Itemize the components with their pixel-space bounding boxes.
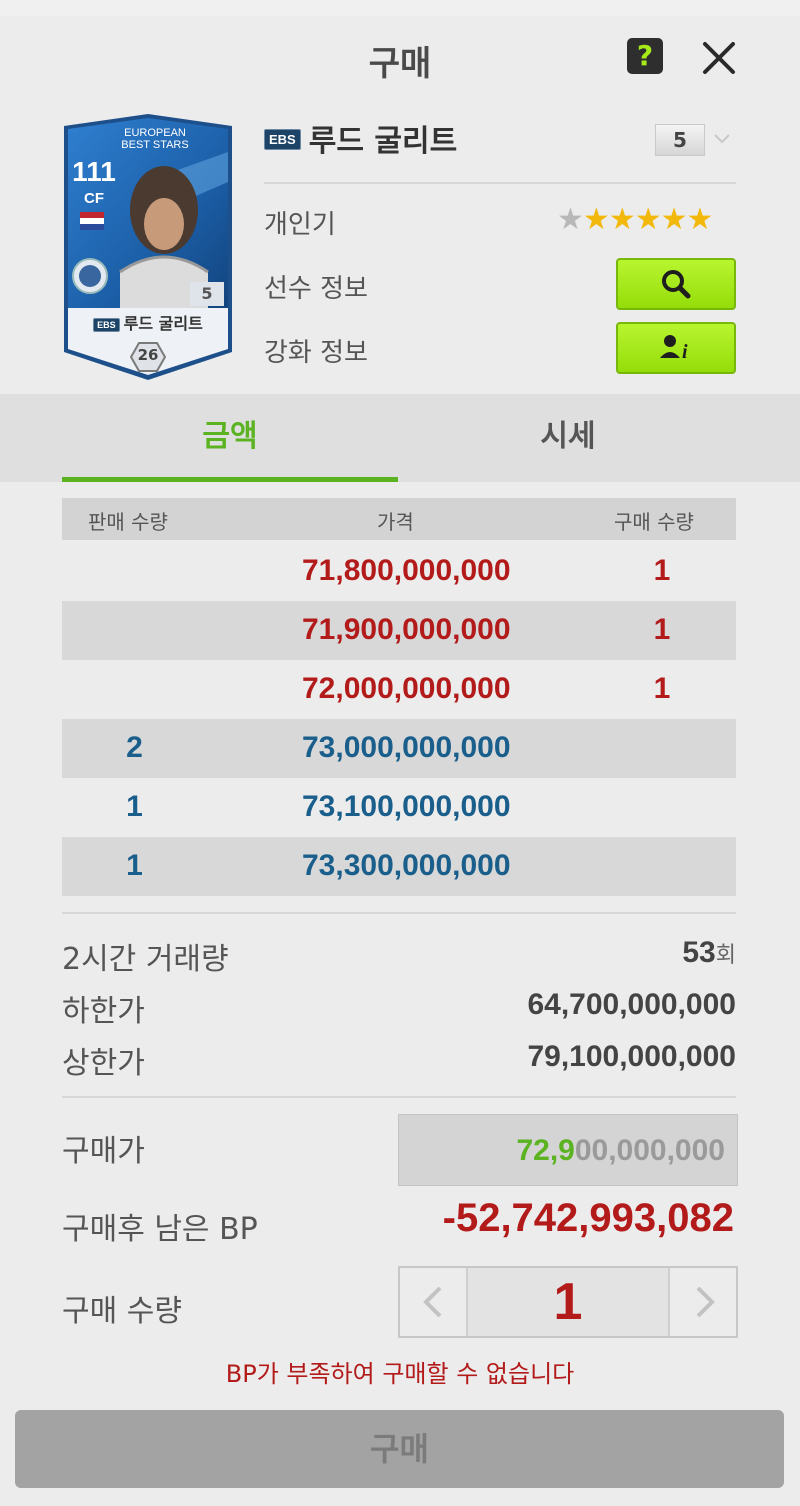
table-row[interactable]: 1 73,100,000,000 [62, 778, 736, 837]
star-icon: ★ [582, 202, 610, 237]
player-name-text: 루드 굴리트 [308, 124, 458, 159]
volume-label: 2시간 거래량 [62, 942, 229, 977]
table-row[interactable]: 2 73,000,000,000 [62, 719, 736, 778]
star-icon: ★ [557, 202, 584, 237]
max-price-value: 79,100,000,000 [527, 1040, 736, 1073]
price-cell: 73,100,000,000 [302, 790, 511, 823]
card-season-badge: EBS [93, 317, 120, 332]
remaining-bp-value: -52,742,993,082 [442, 1196, 734, 1240]
buy-button[interactable]: 구매 [15, 1410, 784, 1488]
volume-unit: 회 [715, 943, 736, 968]
card-bp-text: 26 [137, 346, 159, 364]
quantity-value: 1 [553, 1273, 583, 1331]
star-icon: ★ [634, 202, 662, 237]
card-series-label: EUROPEAN BEST STARS [121, 127, 189, 151]
popularity-label: 개인기 [264, 210, 336, 240]
price-input-highlight: 72,9 [516, 1134, 575, 1167]
remaining-bp-label: 구매후 남은 BP [62, 1212, 258, 1247]
price-cell: 73,000,000,000 [302, 731, 511, 764]
divider [62, 1096, 736, 1098]
player-card[interactable]: EUROPEAN BEST STARS 111 CF 5 EBS 루드 굴리트 2… [62, 112, 234, 382]
star-icon: ★ [686, 202, 714, 237]
enhance-info-button[interactable]: i [616, 322, 736, 374]
card-name-text: 루드 굴리트 [123, 314, 203, 333]
decrement-button[interactable] [400, 1268, 468, 1336]
search-icon [662, 270, 691, 299]
volume-count: 53 [682, 936, 716, 969]
sell-qty-cell: 1 [126, 849, 143, 882]
tab-market[interactable]: 시세 [400, 394, 736, 482]
tab-price[interactable]: 금액 [62, 394, 398, 482]
volume-value: 53회 [682, 936, 736, 970]
price-cell: 71,800,000,000 [302, 554, 511, 587]
increment-button[interactable] [668, 1268, 736, 1336]
header-price: 가격 [377, 510, 414, 534]
chevron-down-icon[interactable] [712, 128, 732, 148]
header-buy-qty: 구매 수량 [614, 510, 694, 534]
player-name: EBS 루드 굴리트 [264, 116, 457, 160]
dialog-title: 구매 [368, 44, 432, 84]
price-cell: 73,300,000,000 [302, 849, 511, 882]
buy-qty-cell: 1 [653, 672, 671, 705]
close-icon[interactable] [697, 36, 741, 80]
min-price-value: 64,700,000,000 [527, 988, 736, 1021]
purchase-price-label: 구매가 [62, 1134, 145, 1169]
insufficient-bp-warning: BP가 부족하여 구매할 수 없습니다 [225, 1360, 575, 1388]
card-ovr: 111 [72, 156, 116, 187]
price-cell: 71,900,000,000 [302, 613, 511, 646]
sell-qty-cell: 1 [126, 790, 143, 823]
card-bp-badge: 26 [130, 342, 166, 372]
price-cell: 72,000,000,000 [302, 672, 511, 705]
chevron-left-icon [423, 1286, 442, 1318]
card-player-name: EBS 루드 굴리트 [62, 310, 234, 334]
sell-qty-cell: 2 [126, 731, 143, 764]
player-info-button[interactable] [616, 258, 736, 310]
star-icon: ★ [660, 202, 688, 237]
buy-qty-cell: 1 [653, 554, 671, 587]
star-icon: ★ [608, 202, 636, 237]
help-button[interactable]: ? [627, 38, 663, 74]
max-price-label: 상한가 [62, 1046, 145, 1081]
skill-stars: ★★★★★★ [557, 202, 714, 237]
chevron-right-icon [696, 1286, 715, 1318]
divider [62, 912, 736, 914]
table-row[interactable]: 71,900,000,000 1 [62, 601, 736, 660]
tab-bar: 금액 시세 [0, 394, 800, 482]
min-price-label: 하한가 [62, 994, 145, 1029]
purchase-dialog: 구매 ? EUROPEAN BEST STARS 111 CF 5 EBS 루드… [0, 16, 800, 1506]
level-select[interactable]: 5 [655, 124, 705, 156]
quantity-stepper: 1 [398, 1266, 738, 1338]
quantity-label: 구매 수량 [62, 1294, 182, 1329]
header-sell-qty: 판매 수량 [88, 510, 168, 534]
table-row[interactable]: 71,800,000,000 1 [62, 542, 736, 601]
table-row[interactable]: 72,000,000,000 1 [62, 660, 736, 719]
svg-text:i: i [682, 341, 688, 363]
card-level: 5 [190, 282, 224, 306]
user-info-icon: i [660, 335, 688, 363]
player-info-label: 선수 정보 [264, 274, 368, 304]
divider [264, 182, 736, 184]
buy-qty-cell: 1 [653, 613, 671, 646]
order-table-header: 판매 수량 가격 구매 수량 [62, 498, 736, 540]
purchase-price-input[interactable]: 72,900,000,000 [398, 1114, 738, 1186]
enhance-info-label: 강화 정보 [264, 338, 368, 368]
season-badge: EBS [264, 129, 301, 150]
table-row[interactable]: 1 73,300,000,000 [62, 837, 736, 896]
price-input-rest: 00,000,000 [574, 1134, 725, 1167]
card-position: CF [84, 190, 104, 207]
